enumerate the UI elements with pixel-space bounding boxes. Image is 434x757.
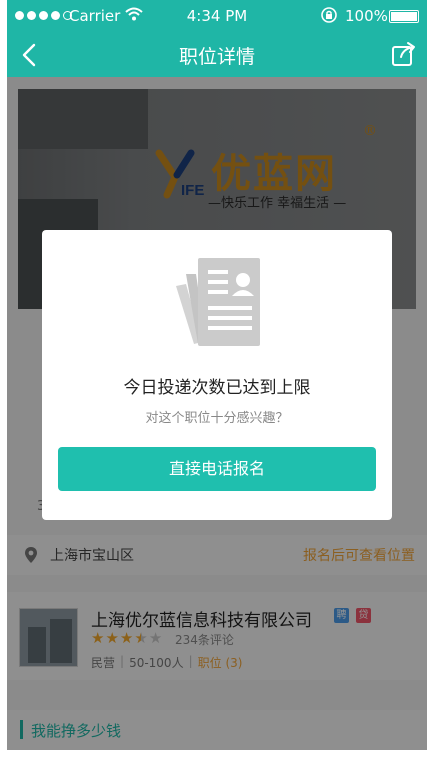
battery-percent: 100%	[345, 7, 388, 25]
status-bar: Carrier 4:34 PM 100%	[7, 0, 427, 33]
share-icon[interactable]	[391, 41, 417, 67]
page-title: 职位详情	[178, 46, 255, 68]
limit-reached-dialog: 今日投递次数已达到上限 对这个职位十分感兴趣？ 直接电话报名	[42, 230, 392, 520]
nav-bar: 职位详情	[7, 33, 427, 77]
battery-icon	[389, 10, 419, 23]
dialog-title: 今日投递次数已达到上限	[123, 378, 311, 398]
phone-signup-button[interactable]: 直接电话报名	[58, 447, 376, 491]
resume-document-icon	[176, 258, 260, 346]
dialog-subtitle: 对这个职位十分感兴趣？	[145, 411, 289, 426]
rotation-lock-icon	[321, 7, 337, 23]
phone-screen: Carrier 4:34 PM 100% 职位详情 IFE 优蓝网 ® —快乐工…	[7, 0, 427, 750]
